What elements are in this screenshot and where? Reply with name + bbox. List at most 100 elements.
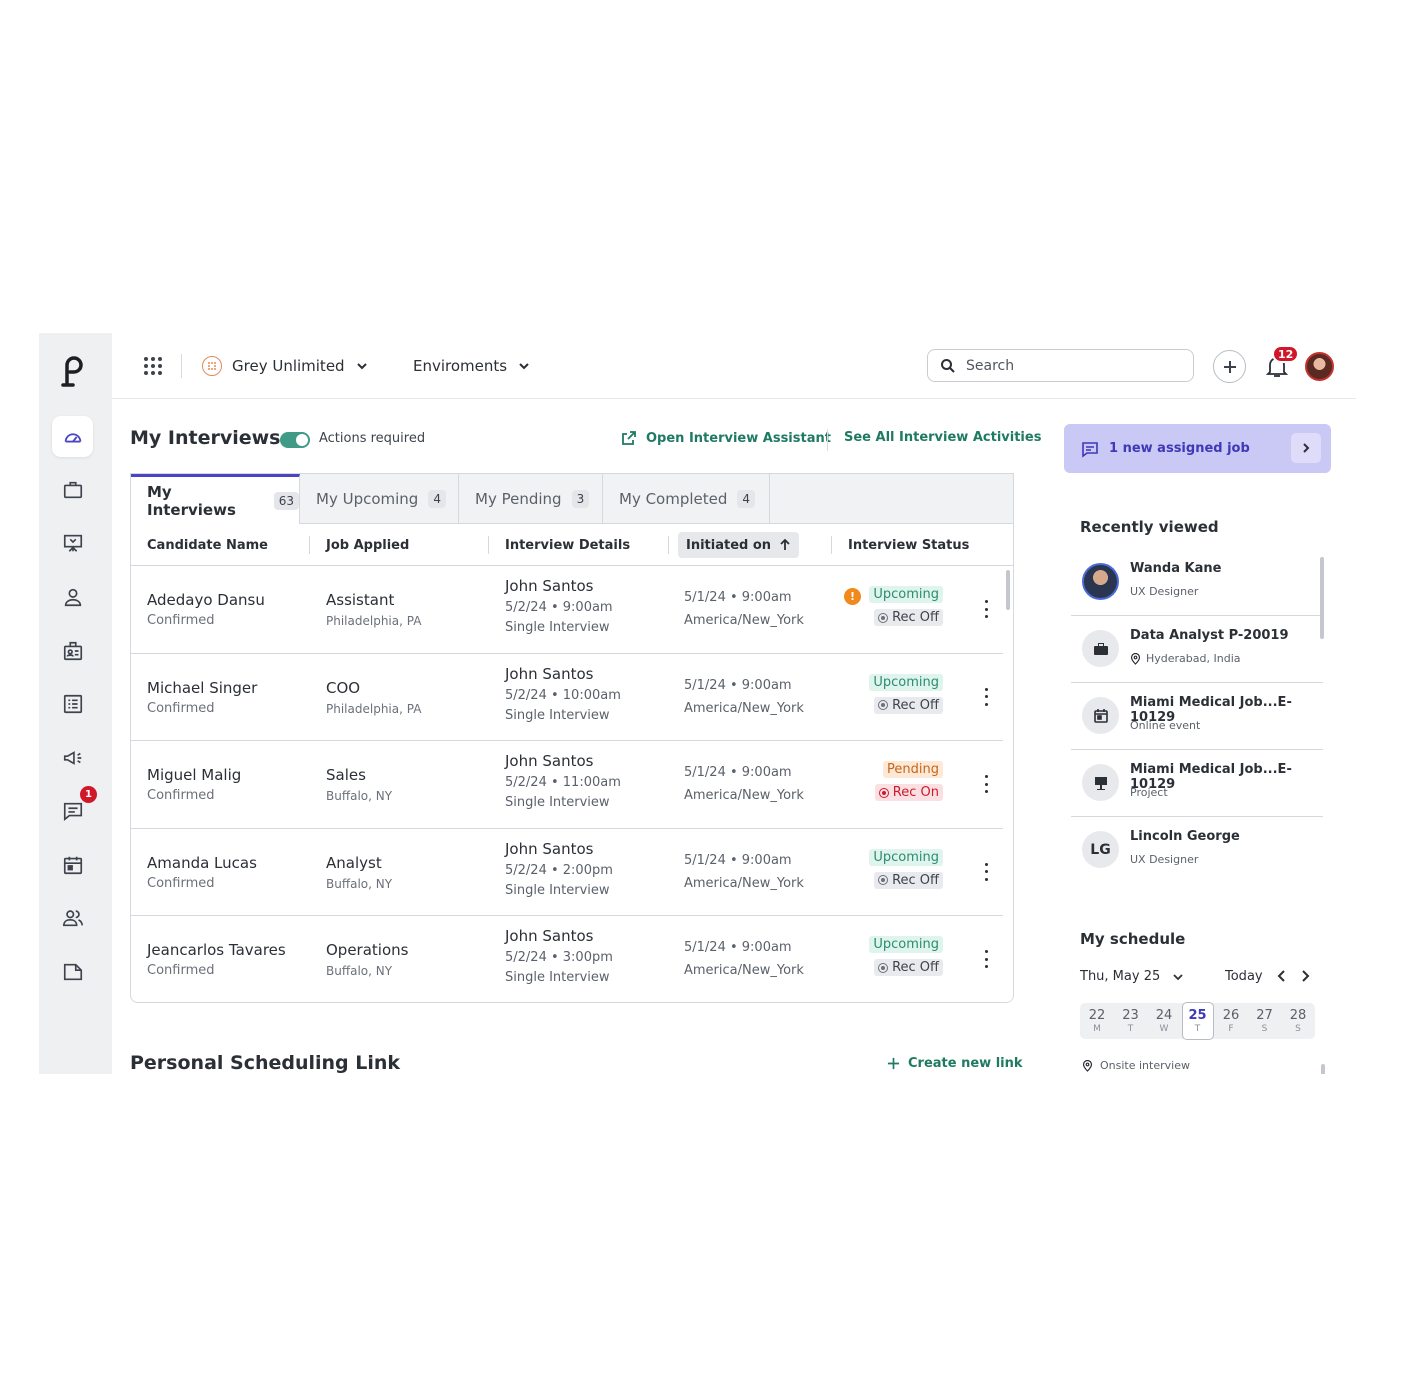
week-day[interactable]: 24 W [1148, 1003, 1180, 1039]
briefcase-icon [63, 481, 82, 498]
sidebar-item-dashboard[interactable] [52, 416, 93, 457]
status-cell: Upcoming Rec Off [869, 586, 943, 626]
users-icon [62, 909, 83, 926]
column-initiated-on[interactable]: Initiated on [678, 532, 800, 558]
job-title[interactable]: Analyst [326, 854, 392, 872]
sidebar-item-presentations[interactable] [52, 522, 93, 563]
initiated-cell: 5/1/24 • 9:00am America/New_York [684, 853, 804, 899]
interviewer-name: John Santos [505, 577, 594, 595]
assigned-job-arrow[interactable] [1291, 433, 1321, 463]
week-day[interactable]: 27 S [1249, 1003, 1281, 1039]
candidate-name[interactable]: Amanda Lucas [147, 854, 257, 872]
sidebar-item-lists[interactable] [52, 683, 93, 724]
tab-my-pending[interactable]: My Pending 3 [459, 474, 603, 524]
see-all-activities-link[interactable]: See All Interview Activities [844, 430, 1041, 445]
sidebar-item-messages[interactable]: 1 [52, 786, 97, 831]
tab-my-upcoming[interactable]: My Upcoming 4 [300, 474, 459, 524]
item-subtitle: UX Designer [1130, 585, 1199, 598]
list-item[interactable]: Wanda Kane UX Designer [1071, 549, 1323, 616]
week-day[interactable]: 23 T [1115, 1003, 1147, 1039]
week-day[interactable]: 28 S [1282, 1003, 1314, 1039]
more-options-icon[interactable] [983, 687, 989, 706]
org-selector[interactable]: Grey Unlimited [202, 353, 369, 379]
scrollbar-thumb[interactable] [1006, 570, 1010, 610]
candidate-name[interactable]: Adedayo Dansu [147, 591, 265, 609]
more-options-icon[interactable] [983, 862, 989, 881]
initiated-timezone: America/New_York [684, 788, 804, 804]
week-day[interactable]: 26 F [1215, 1003, 1247, 1039]
day-letter: M [1093, 1024, 1101, 1034]
chevron-left-icon[interactable] [1275, 966, 1289, 986]
create-new-link-button[interactable]: Create new link [887, 1056, 1023, 1071]
table-row[interactable]: Miguel Malig Confirmed Sales Buffalo, NY Joh… [131, 741, 1005, 829]
job-title[interactable]: Sales [326, 766, 392, 784]
details-cell: John Santos 5/2/24 • 10:00am Single Interv… [505, 665, 621, 723]
app-logo[interactable] [59, 355, 89, 389]
warning-icon[interactable]: ! [844, 588, 861, 605]
environments-selector[interactable]: Enviroments [413, 353, 531, 379]
more-options-icon[interactable] [983, 775, 989, 794]
search-input[interactable] [966, 357, 1166, 374]
assigned-job-banner[interactable]: 1 new assigned job [1064, 424, 1331, 473]
initiated-timezone: America/New_York [684, 700, 804, 716]
candidate-name[interactable]: Michael Singer [147, 679, 257, 697]
scrollbar-thumb[interactable] [1321, 1064, 1325, 1074]
onsite-interview-item[interactable]: Onsite interview [1082, 1059, 1190, 1072]
top-bar: Grey Unlimited Enviroments 12 [112, 333, 1356, 399]
table-row[interactable]: Adedayo Dansu Confirmed Assistant Philadelp… [131, 566, 1005, 654]
sidebar-item-candidates[interactable] [52, 576, 93, 617]
column-interview-status[interactable]: Interview Status [848, 524, 969, 566]
record-icon [878, 612, 889, 623]
week-strip: 22 M 23 T 24 W 25 T 26 F 27 S 28 S [1080, 1002, 1315, 1040]
scrollbar-thumb[interactable] [1320, 557, 1324, 639]
sidebar-item-jobs[interactable] [52, 469, 93, 510]
column-interview-details[interactable]: Interview Details [505, 524, 630, 566]
chevron-right-icon[interactable] [1298, 966, 1312, 986]
tab-label: My Completed [619, 490, 728, 508]
search-box[interactable] [927, 349, 1194, 382]
open-interview-assistant-link[interactable]: Open Interview Assistant [621, 430, 831, 446]
today-button[interactable]: Today [1225, 969, 1263, 984]
app-grid-icon[interactable] [143, 356, 163, 376]
dashboard-icon [64, 432, 81, 442]
add-button[interactable] [1213, 350, 1246, 383]
column-candidate-name[interactable]: Candidate Name [147, 524, 268, 566]
more-options-icon[interactable] [983, 950, 989, 969]
table-body: Adedayo Dansu Confirmed Assistant Philadelp… [131, 566, 1005, 1002]
table-row[interactable]: Jeancarlos Tavares Confirmed Operations Buf… [131, 916, 1005, 1002]
item-title: Wanda Kane [1130, 561, 1222, 576]
sidebar-item-campaigns[interactable] [52, 737, 93, 778]
schedule-date-selector[interactable]: Thu, May 25 [1080, 969, 1184, 984]
table-row[interactable]: Amanda Lucas Confirmed Analyst Buffalo, NY J… [131, 829, 1005, 917]
tab-my-completed[interactable]: My Completed 4 [603, 474, 770, 524]
location-pin-icon [1130, 652, 1141, 665]
sidebar-item-badges[interactable] [52, 630, 93, 671]
interviewer-name: John Santos [505, 664, 594, 683]
more-options-icon[interactable] [983, 600, 989, 618]
megaphone-icon [63, 750, 81, 765]
column-job-applied[interactable]: Job Applied [326, 524, 409, 566]
list-item[interactable]: Data Analyst P-20019 Hyderabad, India [1071, 616, 1323, 683]
recently-viewed-title: Recently viewed [1080, 518, 1219, 536]
week-day[interactable]: 25 T [1181, 1002, 1214, 1040]
org-name: Grey Unlimited [232, 357, 345, 375]
table-row[interactable]: Michael Singer Confirmed COO Philadelphia, … [131, 654, 1005, 742]
job-cell: Operations Buffalo, NY [326, 941, 408, 978]
list-item[interactable]: Miami Medical Job...E-10129 Project [1071, 750, 1323, 817]
job-title[interactable]: COO [326, 679, 421, 697]
job-title[interactable]: Assistant [326, 591, 421, 609]
list-item[interactable]: Miami Medical Job...E-10129 Online event [1071, 683, 1323, 750]
tab-my-interviews[interactable]: My Interviews 63 [131, 474, 300, 525]
actions-required-toggle[interactable] [280, 432, 310, 448]
sidebar: 1 [39, 333, 112, 1074]
sidebar-item-team[interactable] [52, 897, 93, 938]
sidebar-item-files[interactable] [52, 951, 93, 992]
user-avatar[interactable] [1305, 352, 1334, 381]
candidate-name[interactable]: Miguel Malig [147, 766, 241, 784]
page-title: My Interviews [130, 427, 281, 449]
list-item[interactable]: LG Lincoln George UX Designer [1071, 817, 1323, 884]
week-day[interactable]: 22 M [1081, 1003, 1113, 1039]
sidebar-item-calendar[interactable] [52, 844, 93, 885]
job-title[interactable]: Operations [326, 941, 408, 959]
candidate-name[interactable]: Jeancarlos Tavares [147, 941, 286, 959]
